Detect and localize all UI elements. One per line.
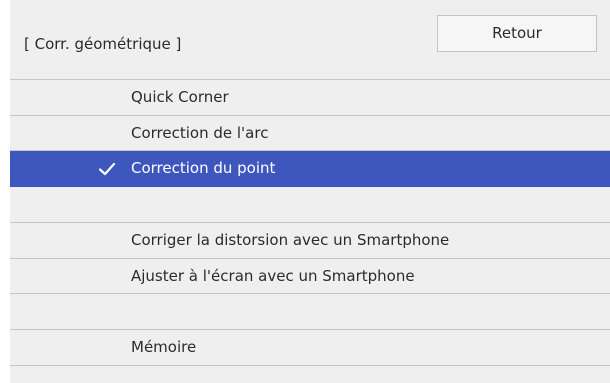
menu-item-point-correction[interactable]: Correction du point — [10, 151, 610, 187]
menu-item-empty — [10, 366, 610, 383]
menu-item-empty — [10, 187, 610, 223]
menu-list: Quick Corner Correction de l'arc Correct… — [10, 80, 610, 383]
menu-item-label: Correction de l'arc — [131, 124, 269, 142]
menu-item-smartphone-fit-screen[interactable]: Ajuster à l'écran avec un Smartphone — [10, 259, 610, 294]
menu-item-smartphone-distortion[interactable]: Corriger la distorsion avec un Smartphon… — [10, 223, 610, 259]
back-button[interactable]: Retour — [437, 15, 597, 52]
menu-header: [ Corr. géométrique ] Retour — [10, 0, 610, 80]
menu-item-label: Ajuster à l'écran avec un Smartphone — [131, 267, 415, 285]
menu-item-label: Mémoire — [131, 338, 197, 356]
menu-item-arc-correction[interactable]: Correction de l'arc — [10, 116, 610, 151]
geometric-correction-panel: [ Corr. géométrique ] Retour Quick Corne… — [10, 0, 610, 383]
check-icon — [98, 162, 116, 176]
menu-item-memory[interactable]: Mémoire — [10, 330, 610, 366]
menu-item-label: Quick Corner — [131, 88, 229, 106]
menu-item-quick-corner[interactable]: Quick Corner — [10, 80, 610, 116]
menu-item-empty — [10, 294, 610, 330]
menu-title: [ Corr. géométrique ] — [24, 35, 182, 53]
menu-item-label: Correction du point — [131, 159, 276, 177]
menu-item-label: Corriger la distorsion avec un Smartphon… — [131, 231, 450, 249]
